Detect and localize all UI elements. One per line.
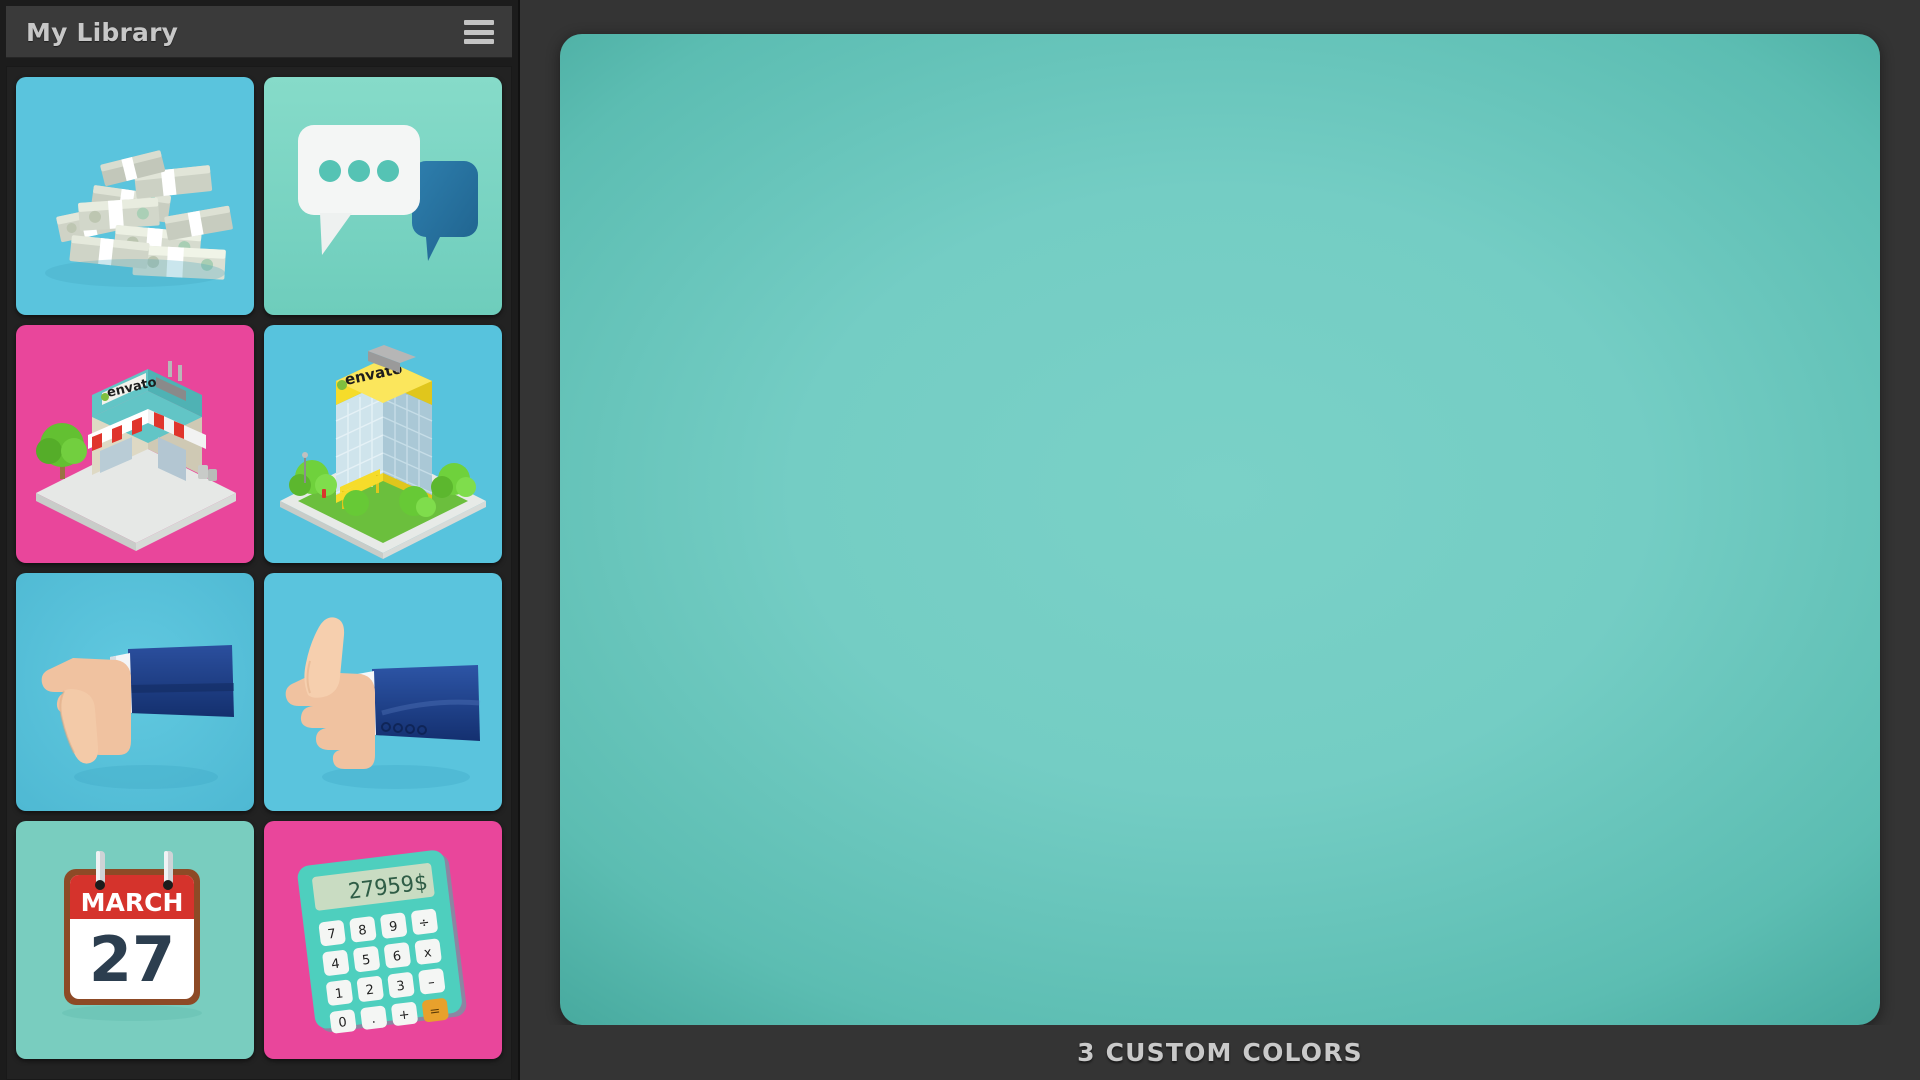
- svg-text:÷: ÷: [418, 915, 431, 931]
- library-item-money-stacks[interactable]: [16, 77, 254, 315]
- calendar-month-label: MARCH: [81, 888, 184, 917]
- custom-colors-label: 3 CUSTOM COLORS: [1077, 1038, 1363, 1067]
- library-item-envato-office-building[interactable]: envato: [264, 325, 502, 563]
- hamburger-bar: [464, 39, 494, 44]
- preview-canvas[interactable]: [560, 34, 1880, 1025]
- canvas-wrapper: [560, 34, 1880, 1025]
- preview-panel: 3 CUSTOM COLORS: [520, 0, 1920, 1080]
- hamburger-bar: [464, 20, 494, 25]
- page-title: My Library: [26, 17, 179, 47]
- library-thumbnail-grid[interactable]: envato envato MARCH 27 27959$ 7 8 9 ÷ 4 …: [6, 66, 512, 1080]
- calendar-day-label: 27: [89, 923, 175, 996]
- sidebar-header: My Library: [6, 6, 512, 58]
- svg-text:+: +: [398, 1007, 411, 1023]
- library-item-calculator[interactable]: 27959$ 7 8 9 ÷ 4 5 6 x 1 2 3 – 0 . + =: [264, 821, 502, 1059]
- library-item-chat-bubbles[interactable]: [264, 77, 502, 315]
- library-item-calendar-march-27[interactable]: MARCH 27: [16, 821, 254, 1059]
- library-item-thumbs-up-hand[interactable]: [264, 573, 502, 811]
- svg-text:=: =: [429, 1004, 442, 1020]
- footer-bar: 3 CUSTOM COLORS: [520, 1025, 1920, 1080]
- hamburger-menu-icon[interactable]: [464, 20, 494, 44]
- hamburger-bar: [464, 29, 494, 35]
- library-sidebar: My Library envato envato MARCH 27 27959$…: [0, 0, 520, 1080]
- application-window: My Library envato envato MARCH 27 27959$…: [0, 0, 1920, 1080]
- library-item-envato-store[interactable]: envato: [16, 325, 254, 563]
- library-item-thumbs-down-hand[interactable]: [16, 573, 254, 811]
